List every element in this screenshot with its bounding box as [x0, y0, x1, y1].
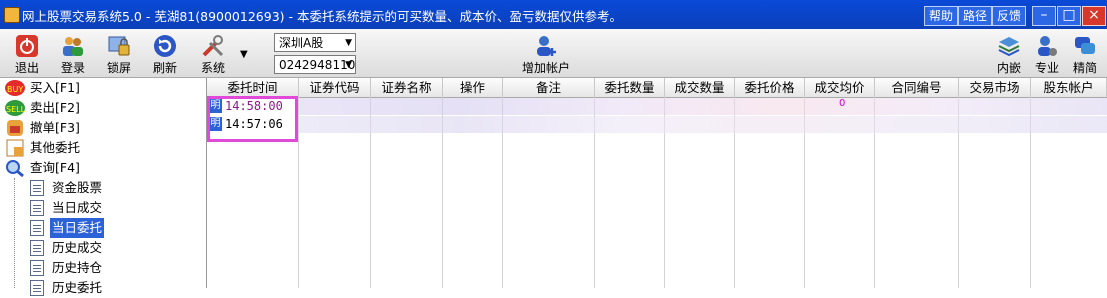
lock-screen-label: 锁屏: [106, 61, 131, 75]
professional-button[interactable]: 专业: [1026, 32, 1068, 75]
market-select-value: 深圳A股: [279, 36, 324, 50]
column-header[interactable]: 股东帐户: [1031, 78, 1107, 97]
professional-label: 专业: [1034, 61, 1059, 75]
tools-icon: [202, 35, 224, 57]
account-select-value: 0242948110: [279, 58, 356, 72]
sidebar-item-label: 卖出[F2]: [30, 100, 80, 115]
window-title: 网上股票交易系统5.0 - 芜湖81(8900012693) - 本委托系统提示…: [22, 9, 622, 24]
column-header[interactable]: 成交数量: [665, 78, 735, 97]
users-icon: [63, 37, 83, 56]
sidebar-item-label: 历史成交: [52, 240, 103, 255]
help-button[interactable]: 帮助: [924, 6, 959, 26]
sidebar-item-label: 撤单[F3]: [30, 120, 80, 135]
exit-button[interactable]: 退出: [6, 32, 48, 75]
sidebar-item-label: 资金股票: [52, 180, 103, 195]
system-dropdown-icon[interactable]: ▼: [240, 49, 248, 60]
buy-icon: BUY: [5, 80, 25, 96]
path-button[interactable]: 路径: [958, 6, 993, 26]
table-row[interactable]: 明 14:57:06: [207, 116, 1107, 133]
document-icon: [30, 220, 44, 236]
sidebar-item-label: 买入[F1]: [30, 80, 80, 95]
sidebar-item-label: 历史委托: [52, 280, 103, 295]
avg-price-value: 0: [839, 98, 846, 109]
refresh-label: 刷新: [152, 61, 177, 75]
lock-screen-button[interactable]: 锁屏: [98, 32, 140, 75]
sidebar-item-label: 查询[F4]: [30, 160, 80, 175]
column-header[interactable]: 委托时间: [207, 78, 299, 97]
sell-icon: SELL: [5, 100, 26, 116]
svg-text:BUY: BUY: [7, 85, 23, 94]
embed-button[interactable]: 内嵌: [988, 32, 1030, 75]
column-header[interactable]: 成交均价: [805, 78, 875, 97]
orders-table: 委托时间 证券代码 证券名称 操作 备注 委托数量 成交数量 委托价格 成交均价…: [207, 78, 1107, 288]
add-user-icon: [537, 36, 556, 56]
refresh-icon: [154, 35, 176, 57]
document-icon: [30, 280, 44, 296]
sidebar-item-label: 其他委托: [30, 140, 81, 155]
add-account-label: 增加帐户: [521, 61, 570, 75]
svg-text:SELL: SELL: [6, 105, 26, 114]
chevron-down-icon: ▼: [345, 38, 352, 48]
document-icon: [30, 200, 44, 216]
column-header[interactable]: 合同编号: [875, 78, 959, 97]
app-icon: [4, 7, 20, 23]
column-header[interactable]: 委托价格: [735, 78, 805, 97]
exit-label: 退出: [14, 61, 39, 75]
sidebar-item-label: 历史持仓: [52, 260, 103, 275]
user-gear-icon: [1038, 36, 1057, 56]
other-order-icon: [6, 139, 24, 157]
chevron-down-icon: ▼: [345, 60, 352, 70]
refresh-button[interactable]: 刷新: [144, 32, 186, 75]
column-header[interactable]: 证券名称: [371, 78, 443, 97]
title-bar: 网上股票交易系统5.0 - 芜湖81(8900012693) - 本委托系统提示…: [0, 0, 1107, 29]
document-icon: [30, 260, 44, 276]
document-icon: [30, 240, 44, 256]
redacted-cells: [299, 116, 1107, 133]
column-header[interactable]: 备注: [503, 78, 595, 97]
account-select[interactable]: 0242948110 ▼: [274, 55, 356, 74]
column-header[interactable]: 交易市场: [959, 78, 1031, 97]
system-button[interactable]: 系统: [192, 32, 234, 75]
redacted-cells: [299, 98, 1107, 115]
chat-icon: [1075, 37, 1095, 54]
maximize-icon[interactable]: □: [1057, 6, 1081, 26]
table-header: 委托时间 证券代码 证券名称 操作 备注 委托数量 成交数量 委托价格 成交均价…: [207, 78, 1107, 98]
table-row[interactable]: 明 14:58:00 0: [207, 98, 1107, 115]
market-select[interactable]: 深圳A股 ▼: [274, 33, 356, 52]
layers-icon: [998, 37, 1020, 57]
toolbar: 退出 登录 锁屏 刷新 系统 ▼ 深圳A股 ▼ 0242948110 ▼ 增加帐…: [0, 29, 1107, 78]
login-label: 登录: [60, 61, 85, 75]
login-button[interactable]: 登录: [52, 32, 94, 75]
simple-label: 精简: [1072, 61, 1097, 75]
minimize-icon[interactable]: –: [1032, 6, 1056, 26]
document-icon: [30, 180, 44, 196]
close-icon[interactable]: ×: [1082, 6, 1106, 26]
sidebar: BUY 买入[F1] SELL 卖出[F2] 撤单[F3] 其他委托 查询[F4…: [0, 78, 207, 296]
system-label: 系统: [200, 61, 225, 75]
simple-button[interactable]: 精简: [1064, 32, 1106, 75]
cancel-hand-icon: [7, 120, 23, 136]
query-search-icon: [6, 160, 24, 177]
add-account-button[interactable]: 增加帐户: [518, 32, 574, 75]
column-header[interactable]: 操作: [443, 78, 503, 97]
power-icon: [16, 35, 38, 57]
sidebar-item-label: 当日成交: [52, 200, 103, 215]
annotation-highlight-box: [207, 96, 298, 142]
sidebar-item-label: 当日委托: [50, 218, 105, 238]
column-header[interactable]: 证券代码: [299, 78, 371, 97]
feedback-button[interactable]: 反馈: [992, 6, 1027, 26]
tree-connector: [14, 178, 16, 288]
column-header[interactable]: 委托数量: [595, 78, 665, 97]
lock-screen-icon: [108, 36, 130, 56]
embed-label: 内嵌: [996, 61, 1021, 75]
